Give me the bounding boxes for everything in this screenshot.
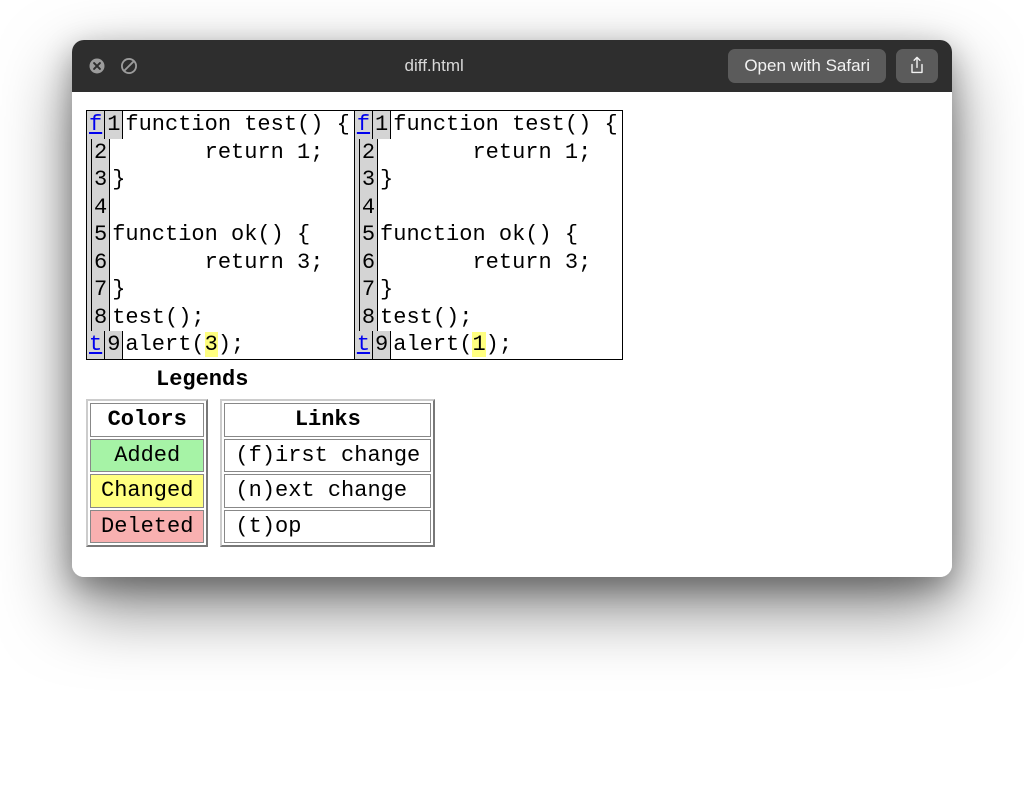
code-line: return 3; — [378, 249, 595, 277]
diff-area: f1function test() { 2 return 1; 3} 4 5fu… — [86, 110, 938, 360]
line-number: 7 — [360, 276, 378, 304]
code-line: } — [110, 166, 129, 194]
legend-added: Added — [90, 439, 204, 473]
titlebar-left-controls — [86, 55, 140, 77]
line-number: 6 — [360, 249, 378, 277]
code-line: test(); — [378, 304, 476, 332]
code-line — [110, 194, 116, 222]
code-text: ); — [218, 332, 244, 357]
line-number: 8 — [360, 304, 378, 332]
line-number: 1 — [105, 111, 123, 139]
line-number: 9 — [373, 331, 391, 359]
code-text: alert( — [125, 332, 204, 357]
line-number: 4 — [92, 194, 110, 222]
legends-area: Colors Added Changed Deleted Links (f)ir… — [86, 399, 938, 547]
nav-link-first[interactable]: f — [357, 112, 370, 137]
code-line: function ok() { — [378, 221, 582, 249]
legend-links-table: Links (f)irst change (n)ext change (t)op — [220, 399, 435, 547]
code-text: ); — [486, 332, 512, 357]
line-number: 3 — [360, 166, 378, 194]
share-button[interactable] — [896, 49, 938, 83]
preview-window: diff.html Open with Safari f1function te… — [72, 40, 952, 577]
code-line: test(); — [110, 304, 208, 332]
changed-text: 3 — [205, 332, 218, 357]
code-line: } — [378, 276, 397, 304]
legend-deleted: Deleted — [90, 510, 204, 544]
block-icon[interactable] — [118, 55, 140, 77]
code-line: } — [378, 166, 397, 194]
close-icon[interactable] — [86, 55, 108, 77]
line-number: 3 — [92, 166, 110, 194]
code-line — [378, 194, 384, 222]
code-text: alert( — [393, 332, 472, 357]
legends-title: Legends — [156, 366, 938, 394]
legend-link-top: (t)op — [224, 510, 431, 544]
line-number: 8 — [92, 304, 110, 332]
diff-pane-right: f1function test() { 2 return 1; 3} 4 5fu… — [354, 110, 623, 360]
code-line: return 1; — [110, 139, 327, 167]
legend-colors-header: Colors — [90, 403, 204, 437]
legend-colors-table: Colors Added Changed Deleted — [86, 399, 208, 547]
window-title: diff.html — [150, 56, 718, 76]
nav-link-top[interactable]: t — [357, 332, 370, 357]
titlebar: diff.html Open with Safari — [72, 40, 952, 92]
share-icon — [908, 56, 926, 76]
open-with-button[interactable]: Open with Safari — [728, 49, 886, 83]
code-line: function ok() { — [110, 221, 314, 249]
changed-text: 1 — [472, 332, 485, 357]
code-line: alert(3); — [123, 331, 248, 359]
code-line: return 1; — [378, 139, 595, 167]
titlebar-right-controls: Open with Safari — [728, 49, 938, 83]
code-line: return 3; — [110, 249, 327, 277]
line-number: 4 — [360, 194, 378, 222]
code-line: function test() { — [123, 111, 353, 139]
content-area: f1function test() { 2 return 1; 3} 4 5fu… — [72, 92, 952, 577]
code-line: } — [110, 276, 129, 304]
code-line: alert(1); — [391, 331, 516, 359]
line-number: 2 — [92, 139, 110, 167]
line-number: 6 — [92, 249, 110, 277]
nav-link-first[interactable]: f — [89, 112, 102, 137]
line-number: 5 — [92, 221, 110, 249]
line-number: 5 — [360, 221, 378, 249]
diff-pane-left: f1function test() { 2 return 1; 3} 4 5fu… — [86, 110, 355, 360]
legend-changed: Changed — [90, 474, 204, 508]
line-number: 1 — [373, 111, 391, 139]
line-number: 9 — [105, 331, 123, 359]
legend-links-header: Links — [224, 403, 431, 437]
line-number: 7 — [92, 276, 110, 304]
legend-link-first: (f)irst change — [224, 439, 431, 473]
legend-link-next: (n)ext change — [224, 474, 431, 508]
line-number: 2 — [360, 139, 378, 167]
nav-link-top[interactable]: t — [89, 332, 102, 357]
code-line: function test() { — [391, 111, 621, 139]
